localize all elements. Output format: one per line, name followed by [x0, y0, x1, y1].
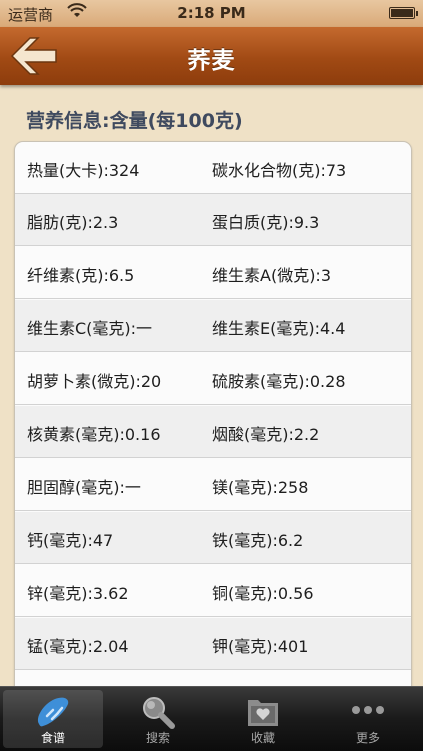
nutrient-cell: 铁(毫克):6.2 — [212, 531, 304, 550]
navigation-bar: 荞麦 — [0, 27, 423, 85]
nutrient-cell: 钾(毫克):401 — [212, 637, 309, 656]
table-row: 锌(毫克):3.62 铜(毫克):0.56 — [15, 565, 411, 617]
table-row: 钙(毫克):47 铁(毫克):6.2 — [15, 512, 411, 564]
clock: 2:18 PM — [177, 4, 246, 22]
tab-bar: 食谱 搜索 收藏 更多 — [0, 686, 423, 751]
nutrient-cell: 胡萝卜素(微克):20 — [27, 372, 162, 391]
nutrient-cell: 烟酸(毫克):2.2 — [212, 425, 320, 444]
table-row: 胆固醇(毫克):一 镁(毫克):258 — [15, 459, 411, 511]
nutrient-cell: 硫胺素(毫克):0.28 — [212, 372, 346, 391]
nutrient-cell: 维生素A(微克):3 — [212, 266, 332, 285]
tab-favorites[interactable]: 收藏 — [213, 690, 313, 748]
section-title: 营养信息:含量(每100克) — [26, 110, 243, 132]
nutrient-cell: 脂肪(克):2.3 — [27, 213, 119, 232]
table-row: 脂肪(克):2.3 蛋白质(克):9.3 — [15, 194, 411, 246]
nutrient-cell: 核黄素(毫克):0.16 — [27, 425, 161, 444]
status-bar: 运营商 2:18 PM — [0, 0, 423, 27]
tab-search[interactable]: 搜索 — [108, 690, 208, 748]
tab-label: 收藏 — [250, 731, 275, 745]
nutrient-cell: 锰(毫克):2.04 — [27, 637, 129, 656]
tab-label: 更多 — [355, 731, 380, 745]
tab-more[interactable]: 更多 — [318, 690, 418, 748]
battery-icon — [389, 7, 418, 19]
tab-recipes[interactable]: 食谱 — [3, 690, 103, 748]
search-icon — [138, 694, 178, 734]
nutrient-cell: 碳水化合物(克):73 — [212, 161, 347, 180]
nutrient-cell: 钙(毫克):47 — [27, 531, 114, 550]
table-row: 热量(大卡):324 碳水化合物(克):73 — [15, 142, 411, 194]
table-row: 锰(毫克):2.04 钾(毫克):401 — [15, 618, 411, 670]
favorites-folder-icon — [243, 694, 283, 734]
nutrient-cell: 铜(毫克):0.56 — [212, 584, 314, 603]
page-title: 荞麦 — [187, 48, 236, 74]
tab-label: 食谱 — [40, 731, 65, 745]
nutrient-cell: 锌(毫克):3.62 — [27, 584, 129, 603]
nutrient-cell: 蛋白质(克):9.3 — [212, 213, 320, 232]
table-row: 维生素C(毫克):一 维生素E(毫克):4.4 — [15, 300, 411, 352]
table-row: 纤维素(克):6.5 维生素A(微克):3 — [15, 247, 411, 299]
nutrient-cell: 维生素C(毫克):一 — [27, 319, 153, 338]
nutrient-cell: 胆固醇(毫克):一 — [27, 478, 141, 497]
nutrition-table: 热量(大卡):324 碳水化合物(克):73 脂肪(克):2.3 蛋白质(克):… — [14, 141, 412, 703]
bread-icon — [33, 694, 73, 734]
nutrient-cell: 纤维素(克):6.5 — [27, 266, 135, 285]
nutrient-cell: 镁(毫克):258 — [212, 478, 309, 497]
nutrient-cell: 维生素E(毫克):4.4 — [212, 319, 346, 338]
more-dots-icon — [348, 694, 388, 734]
tab-label: 搜索 — [145, 731, 170, 745]
nutrient-cell: 热量(大卡):324 — [27, 161, 140, 180]
table-row: 核黄素(毫克):0.16 烟酸(毫克):2.2 — [15, 406, 411, 458]
table-row: 胡萝卜素(微克):20 硫胺素(毫克):0.28 — [15, 353, 411, 405]
